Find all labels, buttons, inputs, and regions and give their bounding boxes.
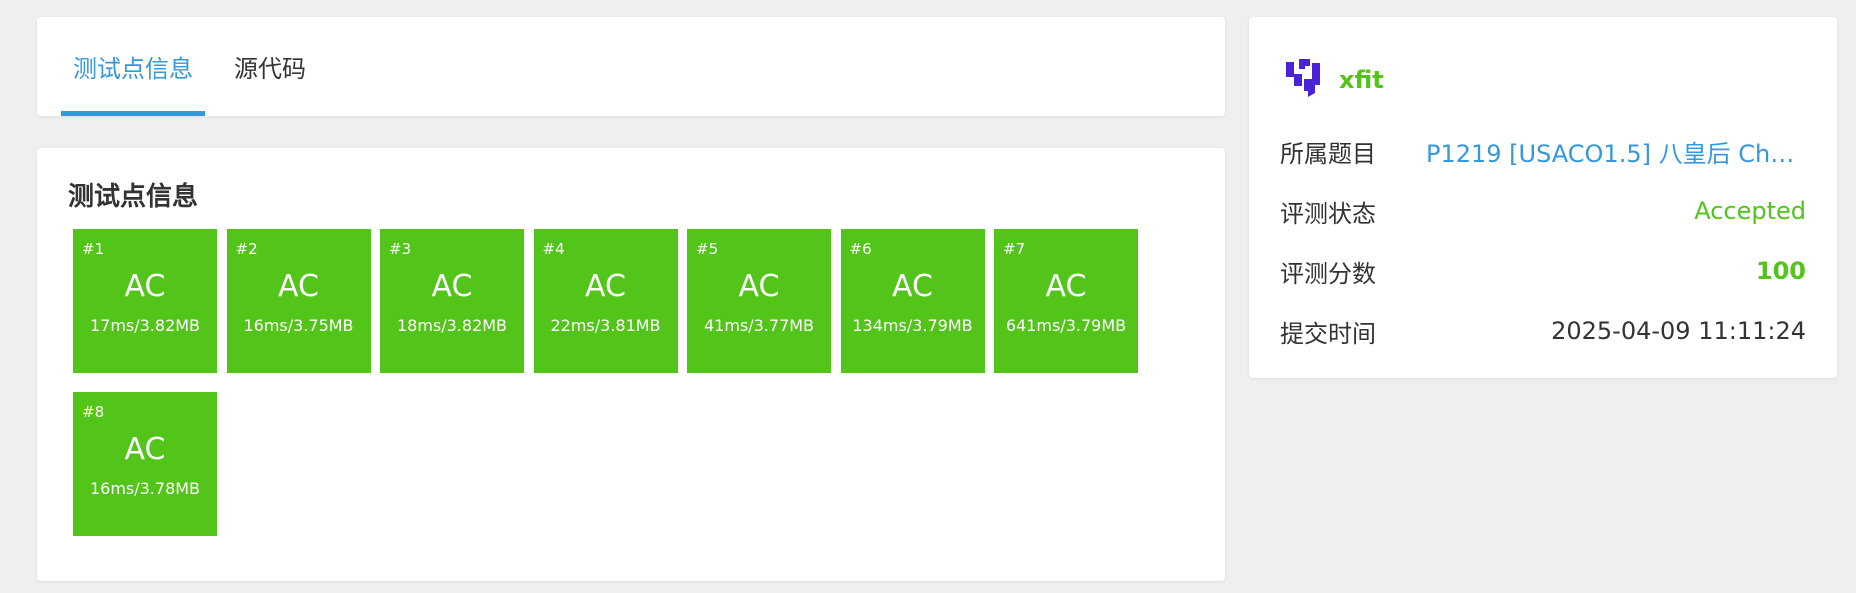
active-tab-indicator — [61, 111, 205, 116]
test-case-detail: 22ms/3.81MB — [550, 316, 661, 335]
score-value: 100 — [1755, 257, 1806, 285]
info-label: 所属题目 — [1280, 139, 1376, 168]
info-row-problem: 所属题目 P1219 [USACO1.5] 八皇后 Chec... — [1280, 131, 1806, 171]
test-points-card: 测试点信息 #1 AC 17ms/3.82MB #2 AC 16ms/3.75MB #3 AC… — [37, 148, 1225, 581]
user-row: xfit — [1284, 57, 1384, 103]
test-case-detail: 16ms/3.75MB — [243, 316, 354, 335]
status-value: Accepted — [1694, 197, 1806, 225]
info-label: 评测分数 — [1280, 259, 1376, 288]
info-row-score: 评测分数 100 — [1280, 251, 1806, 291]
submit-time-value: 2025-04-09 11:11:24 — [1551, 317, 1806, 345]
test-case-number: #6 — [849, 240, 872, 258]
tab-test-points[interactable]: 测试点信息 — [61, 17, 205, 116]
test-case-box[interactable]: #6 AC 134ms/3.79MB — [840, 229, 985, 373]
test-case-status: AC — [585, 269, 626, 304]
test-case-status: AC — [124, 432, 166, 467]
test-case-status: AC — [124, 269, 166, 304]
problem-link[interactable]: P1219 [USACO1.5] 八皇后 Chec... — [1426, 134, 1806, 169]
test-case-number: #3 — [389, 240, 412, 258]
test-case-number: #2 — [235, 240, 258, 258]
info-row-submit-time: 提交时间 2025-04-09 11:11:24 — [1280, 311, 1806, 351]
test-case-grid: #1 AC 17ms/3.82MB #2 AC 16ms/3.75MB #3 AC 18ms/3… — [73, 229, 1173, 536]
test-case-status: AC — [431, 269, 473, 304]
test-case-box[interactable]: #5 AC 41ms/3.77MB — [687, 229, 831, 373]
test-case-detail: 41ms/3.77MB — [703, 316, 815, 335]
test-case-number: #7 — [1003, 240, 1026, 258]
username-link[interactable]: xfit — [1339, 66, 1384, 94]
test-case-status: AC — [892, 269, 933, 304]
submission-info-card: xfit 所属题目 P1219 [USACO1.5] 八皇后 Chec... 评… — [1249, 17, 1837, 378]
test-case-number: #8 — [82, 403, 105, 421]
test-case-box[interactable]: #4 AC 22ms/3.81MB — [533, 229, 678, 373]
section-title: 测试点信息 — [68, 182, 199, 212]
info-label: 提交时间 — [1280, 319, 1376, 348]
user-avatar-logo-icon[interactable] — [1284, 57, 1330, 103]
info-row-status: 评测状态 Accepted — [1280, 191, 1806, 231]
test-case-box[interactable]: #1 AC 17ms/3.82MB — [73, 229, 217, 373]
info-label: 评测状态 — [1280, 199, 1376, 228]
test-case-detail: 18ms/3.82MB — [396, 316, 508, 335]
test-case-status: AC — [1045, 269, 1087, 304]
test-case-number: #1 — [82, 240, 105, 258]
test-case-box[interactable]: #7 AC 641ms/3.79MB — [994, 229, 1138, 373]
test-case-box[interactable]: #8 AC 16ms/3.78MB — [73, 392, 217, 536]
test-case-box[interactable]: #2 AC 16ms/3.75MB — [226, 229, 371, 373]
test-case-status: AC — [278, 269, 319, 304]
test-case-number: #5 — [696, 240, 719, 258]
test-case-status: AC — [738, 269, 780, 304]
test-case-box[interactable]: #3 AC 18ms/3.82MB — [380, 229, 524, 373]
tab-source-code[interactable]: 源代码 — [227, 17, 313, 116]
test-case-detail: 134ms/3.79MB — [852, 316, 973, 335]
test-case-detail: 17ms/3.82MB — [89, 316, 201, 335]
test-case-detail: 641ms/3.79MB — [1005, 316, 1127, 335]
tabs-card: 测试点信息 源代码 — [37, 17, 1225, 116]
test-case-detail: 16ms/3.78MB — [89, 479, 201, 498]
test-case-number: #4 — [542, 240, 565, 258]
